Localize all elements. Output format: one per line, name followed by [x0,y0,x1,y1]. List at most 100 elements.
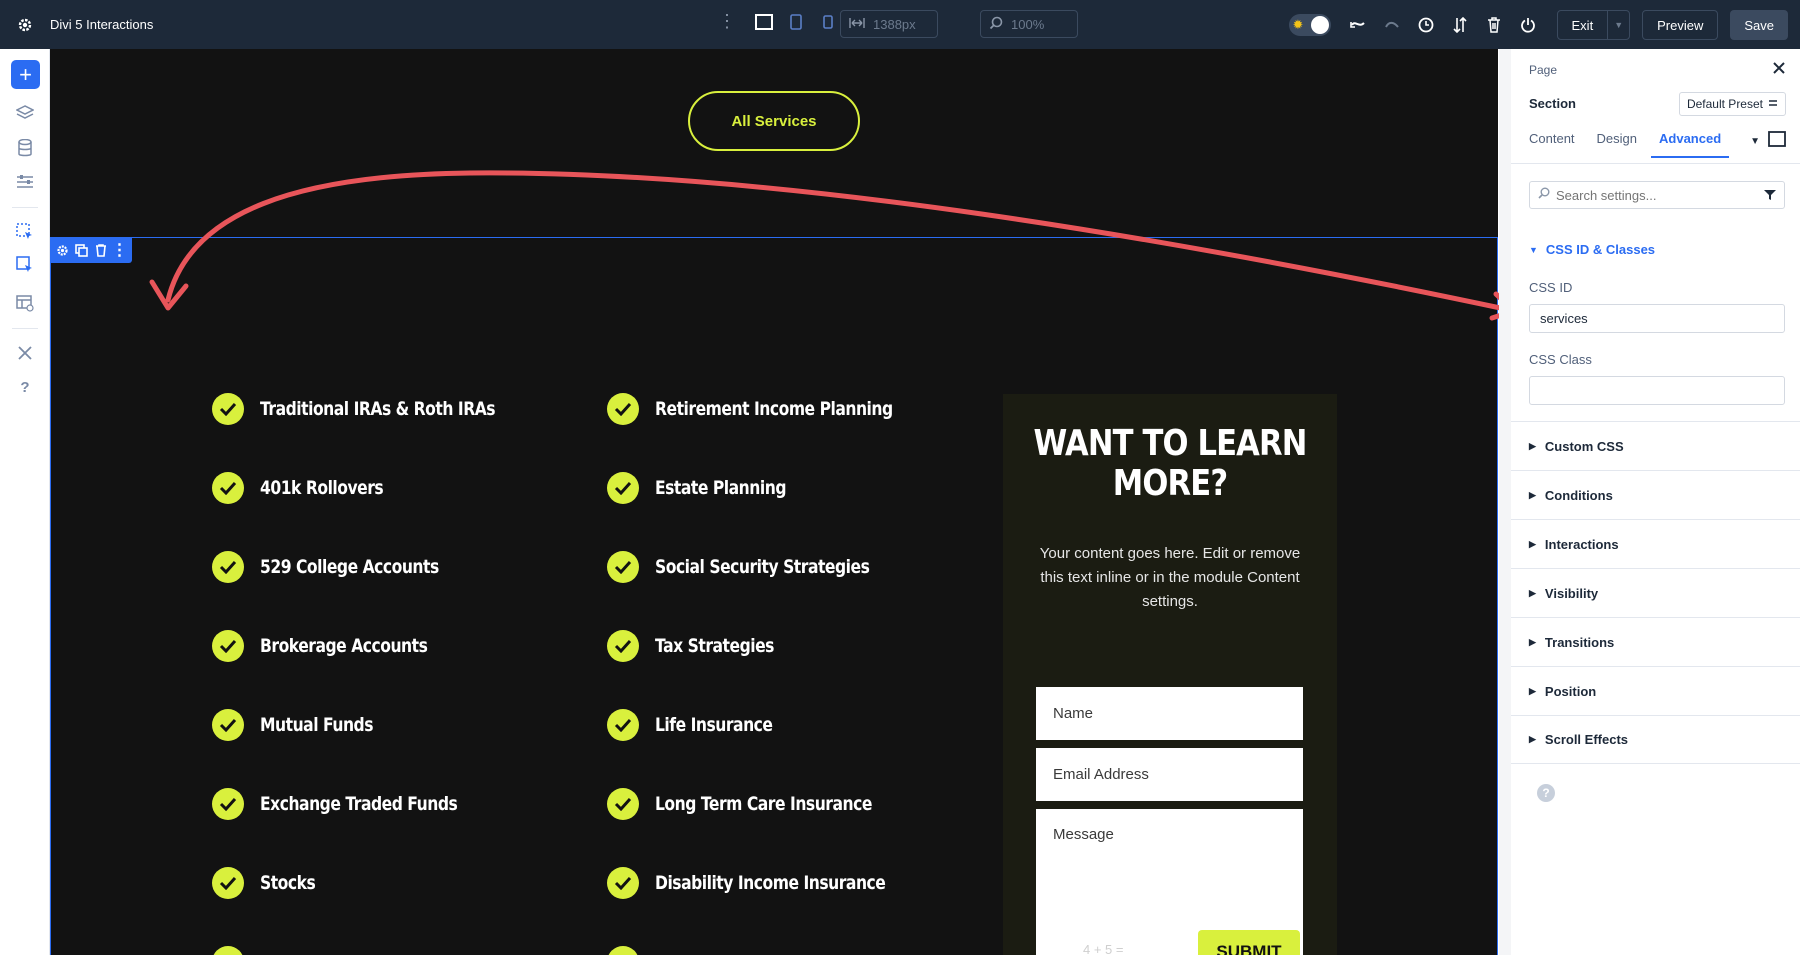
accordion-position[interactable]: ▶Position [1511,666,1800,715]
section-more-icon[interactable]: ⋮ [112,242,128,258]
caret-right-icon: ▶ [1529,637,1536,648]
zoom-field[interactable]: 100% [980,10,1078,38]
css-class-field[interactable] [1529,376,1785,405]
filter-icon[interactable] [1764,188,1776,206]
section-duplicate-icon[interactable] [74,242,90,258]
zoom-icon [989,16,1003,33]
check-icon [607,393,639,425]
settings-gear-icon[interactable] [0,0,50,49]
settings-panel: Page Section Default Preset Content Desi… [1510,49,1800,955]
check-icon [212,867,244,899]
check-icon [607,630,639,662]
save-button[interactable]: Save [1730,10,1788,40]
preset-icon [1768,97,1778,111]
check-icon [212,709,244,741]
caret-right-icon: ▶ [1529,588,1536,599]
form-body-text: Your content goes here. Edit or remove t… [1033,542,1307,614]
check-icon [607,946,639,955]
form-title: WANT TO LEARN MORE? [1028,424,1312,504]
search-input[interactable] [1556,188,1746,203]
close-icon[interactable] [1770,59,1788,77]
breadcrumb[interactable]: Page [1529,63,1557,77]
sort-icon[interactable] [1443,11,1477,39]
redo-icon[interactable] [1375,11,1409,39]
caret-right-icon: ▶ [1529,734,1536,745]
tab-content[interactable]: Content [1529,131,1583,158]
tablet-icon[interactable] [786,12,806,32]
captcha-input[interactable] [1131,930,1183,955]
plus-icon[interactable]: + [11,60,40,89]
check-icon [212,472,244,504]
css-id-field[interactable]: services [1529,304,1785,333]
list-item: 529 College Accounts [212,551,478,583]
preview-button[interactable]: Preview [1642,10,1718,40]
list-item: 401k Rollovers [212,472,410,504]
power-icon[interactable] [1511,11,1545,39]
caret-right-icon: ▶ [1529,686,1536,697]
check-icon [607,472,639,504]
accordion-scroll-effects[interactable]: ▶Scroll Effects [1511,715,1800,764]
builder-canvas[interactable]: All Services ⋮ Traditional IRAs & Roth I… [50,49,1498,955]
exit-button[interactable]: Exit ▼ [1557,10,1631,40]
help-icon[interactable]: ? [1537,784,1555,802]
settings-search[interactable] [1529,181,1785,209]
email-field[interactable]: Email Address [1036,748,1303,801]
section-delete-icon[interactable] [93,242,109,258]
caret-right-icon: ▶ [1529,441,1536,452]
list-item: Life Insurance [607,709,798,741]
desktop-view-icon[interactable] [1768,131,1786,152]
chevron-down-icon[interactable]: ▼ [1607,11,1629,39]
list-item: Retirement Income Planning [607,393,945,425]
desktop-icon[interactable] [754,12,774,32]
tab-design[interactable]: Design [1597,131,1645,158]
tab-advanced[interactable]: Advanced [1651,131,1729,158]
history-icon[interactable] [1409,11,1443,39]
left-sidebar: + ? [0,49,50,955]
element-title: Section [1529,96,1576,111]
trash-icon[interactable] [1477,11,1511,39]
cursor-select-icon[interactable] [15,222,35,242]
list-item: Mutual Funds [212,709,398,741]
check-icon [607,788,639,820]
section-settings-icon[interactable] [55,242,71,258]
sliders-icon[interactable] [15,172,35,192]
check-icon [212,946,244,955]
list-item-partial [212,946,244,955]
caret-right-icon: ▶ [1529,490,1536,501]
accordion-interactions[interactable]: ▶Interactions [1511,519,1800,568]
app-title: Divi 5 Interactions [50,17,153,32]
undo-icon[interactable] [1341,11,1375,39]
preset-select[interactable]: Default Preset [1679,92,1786,116]
css-class-label: CSS Class [1529,352,1592,367]
check-icon [607,709,639,741]
accordion-transitions[interactable]: ▶Transitions [1511,617,1800,666]
accordion-custom-css[interactable]: ▶Custom CSS [1511,421,1800,470]
canvas-width-field[interactable]: 1388px [840,10,938,38]
cursor-multi-icon[interactable] [15,255,35,275]
css-id-classes-group[interactable]: ▼ CSS ID & Classes [1529,242,1655,257]
database-icon[interactable] [15,138,35,158]
theme-toggle[interactable]: ✹ [1289,14,1331,36]
all-services-button[interactable]: All Services [688,91,860,151]
help-icon[interactable]: ? [15,377,35,397]
caret-down-icon[interactable]: ▼ [1750,136,1760,147]
phone-icon[interactable] [818,12,838,32]
accordion-visibility[interactable]: ▶Visibility [1511,568,1800,617]
tools-icon[interactable] [15,343,35,363]
top-toolbar: Divi 5 Interactions ⋮ 1388px 100% ✹ Exit… [0,0,1800,49]
check-icon [212,630,244,662]
layers-icon[interactable] [15,103,35,123]
submit-button[interactable]: SUBMIT [1198,930,1300,955]
panel-gutter [1499,49,1511,955]
list-item: Estate Planning [607,472,815,504]
check-icon [212,393,244,425]
accordion-conditions[interactable]: ▶Conditions [1511,470,1800,519]
css-id-label: CSS ID [1529,280,1572,295]
layout-icon[interactable] [15,293,35,313]
more-dots-icon[interactable]: ⋮ [718,11,736,32]
list-item: Stocks [212,867,327,899]
name-field[interactable]: Name [1036,687,1303,740]
check-icon [212,788,244,820]
list-item: Disability Income Insurance [607,867,936,899]
list-item: Tax Strategies [607,630,800,662]
